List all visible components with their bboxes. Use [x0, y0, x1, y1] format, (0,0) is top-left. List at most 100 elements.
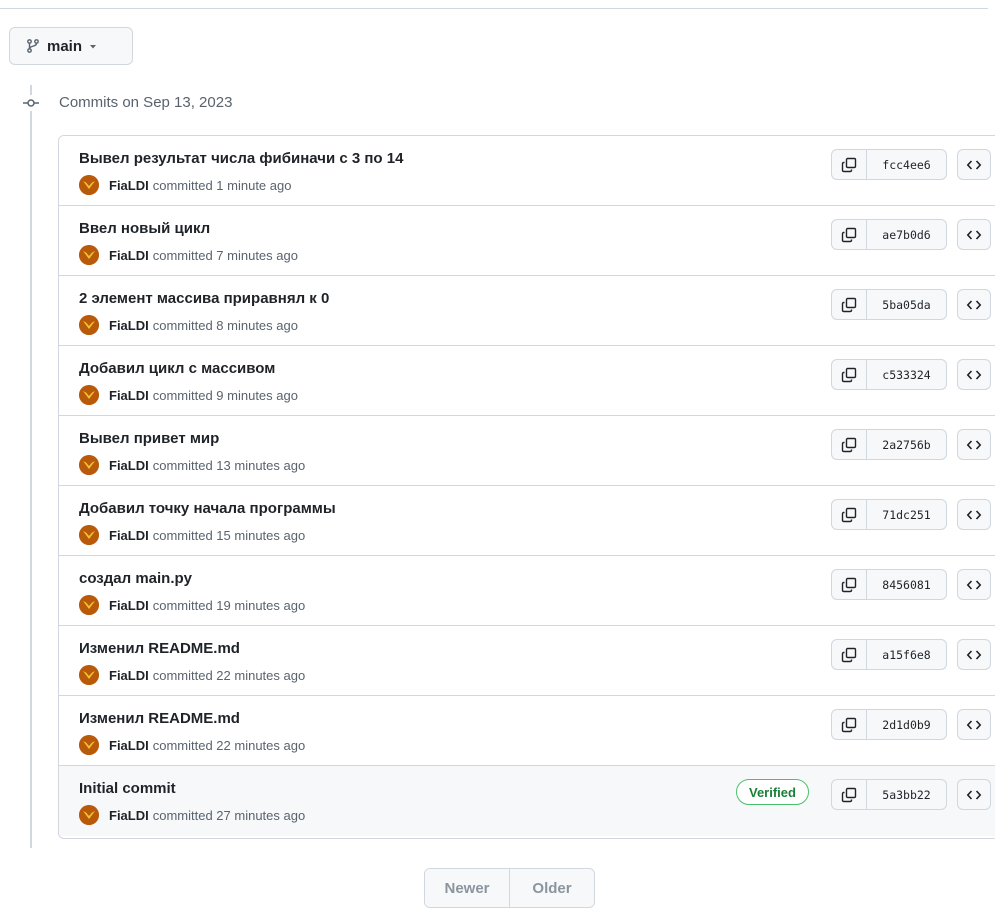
copy-sha-button[interactable]: [832, 780, 867, 809]
copy-sha-button[interactable]: [832, 290, 867, 319]
copy-sha-button[interactable]: [832, 500, 867, 529]
copy-icon: [841, 717, 857, 732]
commit-meta: FiaLDI committed 22 minutes ago: [79, 735, 305, 755]
commit-time: committed 15 minutes ago: [152, 527, 306, 543]
commit-author-link[interactable]: FiaLDI: [109, 178, 149, 193]
commit-meta: FiaLDI committed 7 minutes ago: [79, 245, 298, 265]
commit-author-link[interactable]: FiaLDI: [109, 598, 149, 613]
copy-sha-button[interactable]: [832, 570, 867, 599]
copy-icon: [841, 437, 857, 452]
browse-repo-button[interactable]: [957, 219, 991, 250]
commit-sha-link[interactable]: ae7b0d6: [867, 220, 946, 249]
commit-list: Вывел результат числа фибиначи с 3 по 14…: [58, 135, 995, 839]
commit-row: Ввел новый цикл FiaLDI committed 7 minut…: [59, 206, 995, 276]
commit-meta: FiaLDI committed 15 minutes ago: [79, 525, 305, 545]
copy-icon: [841, 227, 857, 242]
commit-author-link[interactable]: FiaLDI: [109, 738, 149, 753]
avatar[interactable]: [79, 595, 99, 615]
browse-repo-button[interactable]: [957, 779, 991, 810]
copy-sha-button[interactable]: [832, 430, 867, 459]
commit-row: создал main.py FiaLDI committed 19 minut…: [59, 556, 995, 626]
code-icon: [966, 789, 982, 800]
avatar[interactable]: [79, 175, 99, 195]
commit-row: Изменил README.md FiaLDI committed 22 mi…: [59, 626, 995, 696]
avatar[interactable]: [79, 735, 99, 755]
sha-button-group: 5ba05da: [831, 289, 947, 320]
browse-repo-button[interactable]: [957, 499, 991, 530]
browse-repo-button[interactable]: [957, 289, 991, 320]
commit-sha-link[interactable]: 5ba05da: [867, 290, 946, 319]
browse-repo-button[interactable]: [957, 359, 991, 390]
copy-sha-button[interactable]: [832, 710, 867, 739]
copy-icon: [841, 367, 857, 382]
commit-meta: FiaLDI committed 22 minutes ago: [79, 665, 305, 685]
commit-author-link[interactable]: FiaLDI: [109, 388, 149, 403]
avatar[interactable]: [79, 385, 99, 405]
commit-sha-link[interactable]: fcc4ee6: [867, 150, 946, 179]
commit-time: committed 19 minutes ago: [152, 597, 306, 613]
commit-title-link[interactable]: Добавил точку начала программы: [79, 500, 336, 517]
commit-sha-link[interactable]: 8456081: [867, 570, 946, 599]
commit-sha-link[interactable]: a15f6e8: [867, 640, 946, 669]
copy-icon: [841, 647, 857, 662]
browse-repo-button[interactable]: [957, 149, 991, 180]
commit-sha-link[interactable]: 2a2756b: [867, 430, 946, 459]
copy-sha-button[interactable]: [832, 220, 867, 249]
code-icon: [966, 299, 982, 310]
copy-sha-button[interactable]: [832, 150, 867, 179]
commit-sha-link[interactable]: 71dc251: [867, 500, 946, 529]
copy-sha-button[interactable]: [832, 640, 867, 669]
sha-button-group: 71dc251: [831, 499, 947, 530]
copy-icon: [841, 507, 857, 522]
commit-meta: FiaLDI committed 19 minutes ago: [79, 595, 305, 615]
avatar[interactable]: [79, 315, 99, 335]
code-icon: [966, 369, 982, 380]
newer-button[interactable]: Newer: [425, 869, 509, 907]
commit-title-link[interactable]: Initial commit: [79, 780, 176, 797]
commit-title-link[interactable]: Ввел новый цикл: [79, 220, 210, 237]
commit-time: committed 9 minutes ago: [152, 387, 298, 403]
commit-author-link[interactable]: FiaLDI: [109, 248, 149, 263]
commit-time: committed 1 minute ago: [152, 177, 292, 193]
avatar[interactable]: [79, 455, 99, 475]
commit-title-link[interactable]: Изменил README.md: [79, 640, 240, 657]
commits-date-heading: Commits on Sep 13, 2023: [59, 94, 233, 111]
commit-sha-link[interactable]: c533324: [867, 360, 946, 389]
avatar[interactable]: [79, 525, 99, 545]
sha-button-group: fcc4ee6: [831, 149, 947, 180]
commit-sha-link[interactable]: 5a3bb22: [867, 780, 946, 809]
copy-icon: [841, 297, 857, 312]
code-icon: [966, 719, 982, 730]
commit-author-link[interactable]: FiaLDI: [109, 808, 149, 823]
sha-button-group: 5a3bb22: [831, 779, 947, 810]
commit-author-link[interactable]: FiaLDI: [109, 458, 149, 473]
commit-sha-link[interactable]: 2d1d0b9: [867, 710, 946, 739]
commit-meta: FiaLDI committed 27 minutes ago: [79, 805, 305, 825]
browse-repo-button[interactable]: [957, 709, 991, 740]
sha-button-group: 2d1d0b9: [831, 709, 947, 740]
verified-badge[interactable]: Verified: [736, 779, 809, 805]
commit-title-link[interactable]: Добавил цикл с массивом: [79, 360, 275, 377]
older-button[interactable]: Older: [509, 869, 594, 907]
browse-repo-button[interactable]: [957, 639, 991, 670]
avatar[interactable]: [79, 245, 99, 265]
commit-author-link[interactable]: FiaLDI: [109, 528, 149, 543]
code-icon: [966, 229, 982, 240]
sha-button-group: a15f6e8: [831, 639, 947, 670]
copy-sha-button[interactable]: [832, 360, 867, 389]
code-icon: [966, 159, 982, 170]
avatar[interactable]: [79, 665, 99, 685]
commit-title-link[interactable]: 2 элемент массива приравнял к 0: [79, 290, 329, 307]
commit-author-link[interactable]: FiaLDI: [109, 318, 149, 333]
top-divider: [0, 8, 988, 9]
commit-title-link[interactable]: Изменил README.md: [79, 710, 240, 727]
branch-selector-button[interactable]: main: [9, 27, 133, 65]
sha-button-group: 2a2756b: [831, 429, 947, 460]
commit-title-link[interactable]: Вывел результат числа фибиначи с 3 по 14: [79, 150, 403, 167]
commit-title-link[interactable]: создал main.py: [79, 570, 192, 587]
browse-repo-button[interactable]: [957, 429, 991, 460]
commit-title-link[interactable]: Вывел привет мир: [79, 430, 219, 447]
avatar[interactable]: [79, 805, 99, 825]
browse-repo-button[interactable]: [957, 569, 991, 600]
commit-author-link[interactable]: FiaLDI: [109, 668, 149, 683]
